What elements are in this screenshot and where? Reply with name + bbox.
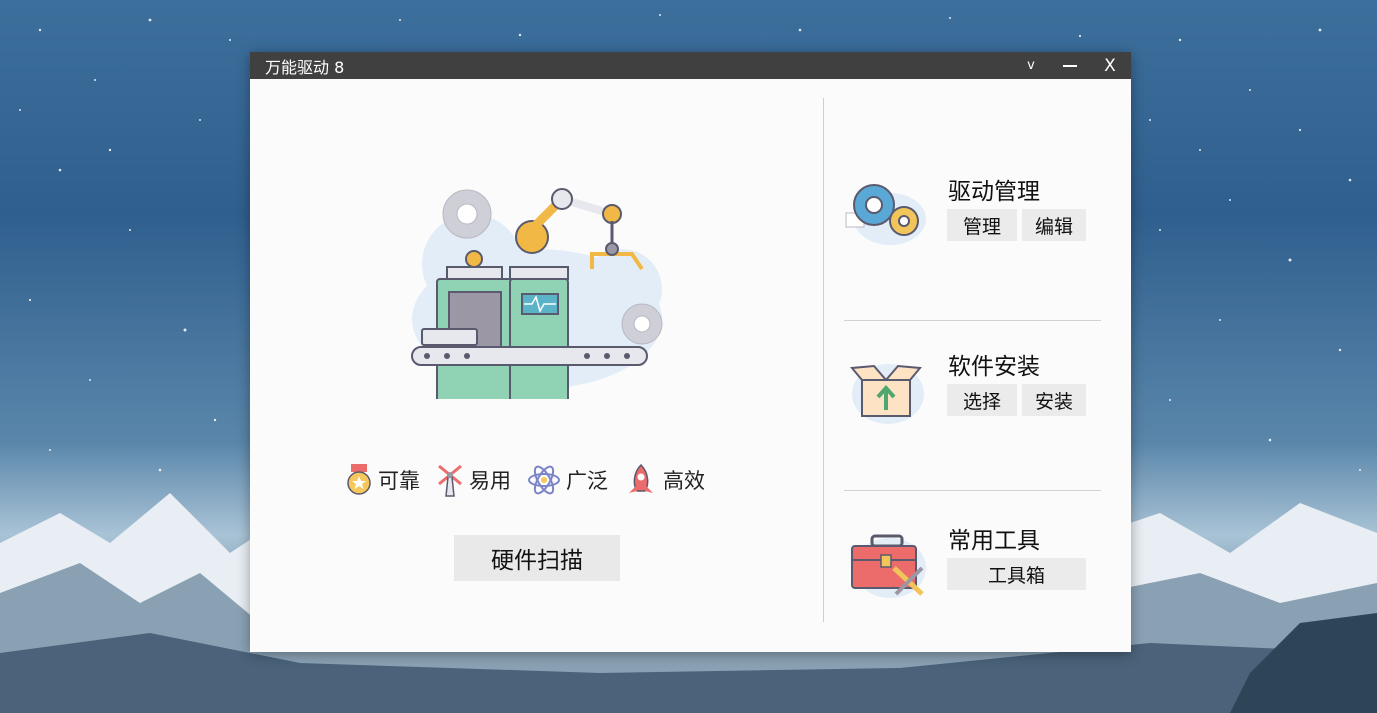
edit-button[interactable]: 编辑	[1022, 209, 1086, 241]
section-software-install: 软件安装 选择 安装	[844, 344, 1104, 474]
feature-label: 易用	[469, 469, 511, 493]
rocket-icon	[629, 463, 653, 493]
app-window: 万能驱动 8 v X 可靠 易用 广泛 高效 硬件扫描 驱动管理 管理 编辑 软…	[250, 52, 1131, 652]
atom-icon	[528, 465, 560, 495]
section-title: 常用工具	[948, 528, 1040, 554]
toolbox-button[interactable]: 工具箱	[947, 558, 1086, 590]
window-title: 万能驱动 8	[265, 57, 345, 77]
feature-efficient: 高效	[624, 463, 705, 497]
section-separator	[844, 490, 1101, 491]
medal-icon	[347, 464, 371, 495]
select-button[interactable]: 选择	[947, 384, 1017, 416]
section-common-tools: 常用工具 工具箱	[844, 518, 1104, 648]
factory-robot-illustration	[411, 188, 663, 399]
feature-easy: 易用	[436, 463, 511, 497]
close-button[interactable]: X	[1093, 52, 1127, 79]
title-bar[interactable]: 万能驱动 8 v X	[250, 52, 1131, 79]
windmill-icon	[438, 464, 462, 497]
section-title: 驱动管理	[948, 179, 1040, 205]
hardware-scan-button[interactable]: 硬件扫描	[454, 535, 620, 581]
install-button[interactable]: 安装	[1022, 384, 1086, 416]
section-title: 软件安装	[948, 354, 1040, 380]
features-row: 可靠 易用 广泛 高效	[345, 463, 705, 497]
feature-reliable: 可靠	[345, 463, 420, 497]
feature-label: 高效	[663, 469, 705, 493]
feature-broad: 广泛	[527, 463, 608, 497]
toolbox-icon	[851, 534, 926, 598]
package-upload-icon	[850, 364, 924, 424]
minimize-button[interactable]	[1053, 52, 1087, 79]
manage-button[interactable]: 管理	[947, 209, 1017, 241]
main-panel: 可靠 易用 广泛 高效 硬件扫描	[250, 79, 823, 652]
side-panel: 驱动管理 管理 编辑 软件安装 选择 安装 常用工具 工具箱	[824, 79, 1131, 652]
gears-icon	[845, 184, 926, 245]
feature-label: 广泛	[566, 469, 608, 493]
section-driver-management: 驱动管理 管理 编辑	[844, 169, 1104, 299]
section-separator	[844, 320, 1101, 321]
menu-dropdown-button[interactable]: v	[1014, 52, 1048, 79]
feature-label: 可靠	[378, 469, 420, 493]
minimize-icon	[1063, 64, 1077, 67]
